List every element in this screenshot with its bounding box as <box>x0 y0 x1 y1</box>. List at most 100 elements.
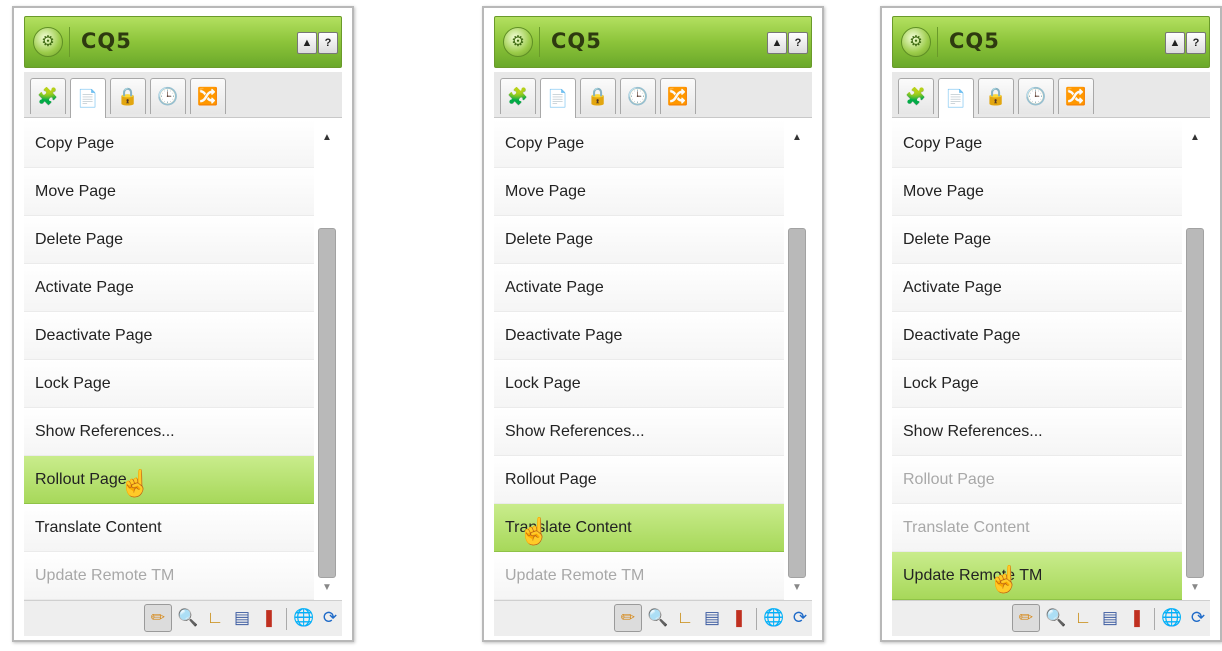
menu-item[interactable]: Deactivate Page <box>494 312 784 360</box>
scrollbar-thumb[interactable] <box>788 228 806 578</box>
scroll-down-arrow-icon[interactable]: ▼ <box>322 582 332 593</box>
tab-clock-icon[interactable]: 🕒 <box>620 78 656 114</box>
menu-item[interactable]: Activate Page <box>494 264 784 312</box>
document-icon[interactable]: ▤ <box>228 604 256 632</box>
scrollbar-thumb[interactable] <box>318 228 336 578</box>
cq-logo-icon: ⚙ <box>901 27 931 57</box>
sidekick-panel: ⚙ CQ5 ▲? 🧩 📄 🔒 🕒 🔀 Copy Page Move Page Delete Page… <box>880 6 1222 642</box>
ruler-icon[interactable]: ∟ <box>201 604 229 632</box>
menu-item[interactable]: Show References... <box>24 408 314 456</box>
help-button[interactable]: ? <box>318 32 338 54</box>
edit-pencil-icon[interactable]: ✏ <box>614 604 642 632</box>
menu-item[interactable]: Delete Page <box>24 216 314 264</box>
menu-item[interactable]: Lock Page <box>494 360 784 408</box>
sidekick-title: CQ5 <box>81 29 132 53</box>
refresh-icon[interactable]: ⟳ <box>786 604 814 632</box>
scrollbar-thumb[interactable] <box>1186 228 1204 578</box>
tab-lock-icon[interactable]: 🔒 <box>110 78 146 114</box>
debug-icon[interactable]: ❚ <box>1123 604 1151 632</box>
sidekick-titlebar[interactable]: ⚙ CQ5 ▲? <box>892 16 1210 68</box>
tab-components-icon[interactable]: 🧩 <box>898 78 934 114</box>
tab-lock-icon[interactable]: 🔒 <box>580 78 616 114</box>
help-button[interactable]: ? <box>1186 32 1206 54</box>
page-actions-list: Copy Page Move Page Delete Page Activate Pa… <box>494 120 812 600</box>
refresh-icon[interactable]: ⟳ <box>1184 604 1212 632</box>
tab-page-icon[interactable]: 📄 <box>540 78 576 118</box>
edit-pencil-icon[interactable]: ✏ <box>1012 604 1040 632</box>
search-icon[interactable]: 🔍 <box>1042 604 1070 632</box>
ruler-icon[interactable]: ∟ <box>1069 604 1097 632</box>
menu-item[interactable]: Update Remote TM <box>892 552 1182 600</box>
menu-item[interactable]: Lock Page <box>892 360 1182 408</box>
hand-cursor-icon: ☝ <box>518 516 551 546</box>
tab-workflow-icon[interactable]: 🔀 <box>190 78 226 114</box>
refresh-icon[interactable]: ⟳ <box>316 604 344 632</box>
globe-icon[interactable]: 🌐 <box>760 604 788 632</box>
menu-item[interactable]: Activate Page <box>892 264 1182 312</box>
menu-item[interactable]: Activate Page <box>24 264 314 312</box>
scroll-down-arrow-icon[interactable]: ▼ <box>1190 582 1200 593</box>
tab-clock-icon[interactable]: 🕒 <box>150 78 186 114</box>
menu-item[interactable]: Rollout Page <box>494 456 784 504</box>
globe-icon[interactable]: 🌐 <box>290 604 318 632</box>
menu-item[interactable]: Translate Content <box>24 504 314 552</box>
tab-workflow-icon[interactable]: 🔀 <box>1058 78 1094 114</box>
page-actions-list: Copy Page Move Page Delete Page Activate Pa… <box>24 120 342 600</box>
sidekick-titlebar[interactable]: ⚙ CQ5 ▲? <box>494 16 812 68</box>
debug-icon[interactable]: ❚ <box>255 604 283 632</box>
tab-components-icon[interactable]: 🧩 <box>500 78 536 114</box>
hand-cursor-icon: ☝ <box>119 468 152 498</box>
sidekick-titlebar[interactable]: ⚙ CQ5 ▲? <box>24 16 342 68</box>
search-icon[interactable]: 🔍 <box>174 604 202 632</box>
tab-page-icon[interactable]: 📄 <box>938 78 974 118</box>
menu-item[interactable]: Rollout Page <box>24 456 314 504</box>
collapse-button[interactable]: ▲ <box>297 32 317 54</box>
collapse-button[interactable]: ▲ <box>767 32 787 54</box>
collapse-button[interactable]: ▲ <box>1165 32 1185 54</box>
tab-clock-icon[interactable]: 🕒 <box>1018 78 1054 114</box>
menu-item[interactable]: Show References... <box>494 408 784 456</box>
menu-item[interactable]: Deactivate Page <box>892 312 1182 360</box>
toolbar-separator <box>1154 608 1155 630</box>
scroll-up-arrow-icon[interactable]: ▲ <box>1190 132 1200 143</box>
search-icon[interactable]: 🔍 <box>644 604 672 632</box>
menu-item[interactable]: Move Page <box>494 168 784 216</box>
document-icon[interactable]: ▤ <box>698 604 726 632</box>
debug-icon[interactable]: ❚ <box>725 604 753 632</box>
sidekick-panel: ⚙ CQ5 ▲? 🧩 📄 🔒 🕒 🔀 Copy Page Move Page Delete Page… <box>12 6 354 642</box>
menu-item[interactable]: Move Page <box>892 168 1182 216</box>
tab-lock-icon[interactable]: 🔒 <box>978 78 1014 114</box>
menu-item: Rollout Page <box>892 456 1182 504</box>
edit-pencil-icon[interactable]: ✏ <box>144 604 172 632</box>
menu-item[interactable]: Lock Page <box>24 360 314 408</box>
toolbar-separator <box>756 608 757 630</box>
sidekick-tabbar: 🧩 📄 🔒 🕒 🔀 <box>24 72 342 118</box>
document-icon[interactable]: ▤ <box>1096 604 1124 632</box>
title-separator <box>937 27 938 57</box>
tab-page-icon[interactable]: 📄 <box>70 78 106 118</box>
tab-workflow-icon[interactable]: 🔀 <box>660 78 696 114</box>
toolbar-separator <box>286 608 287 630</box>
sidekick-panel: ⚙ CQ5 ▲? 🧩 📄 🔒 🕒 🔀 Copy Page Move Page Delete Page… <box>482 6 824 642</box>
menu-item[interactable]: Copy Page <box>892 120 1182 168</box>
scroll-down-arrow-icon[interactable]: ▼ <box>792 582 802 593</box>
help-button[interactable]: ? <box>788 32 808 54</box>
title-separator <box>69 27 70 57</box>
sidekick-toolbar: ✏ 🔍 ∟ ▤ ❚ 🌐 ⟳ <box>494 600 812 636</box>
hand-cursor-icon: ☝ <box>988 564 1021 594</box>
menu-item[interactable]: Delete Page <box>494 216 784 264</box>
scroll-up-arrow-icon[interactable]: ▲ <box>322 132 332 143</box>
title-separator <box>539 27 540 57</box>
menu-item[interactable]: Copy Page <box>494 120 784 168</box>
menu-item[interactable]: Deactivate Page <box>24 312 314 360</box>
menu-item[interactable]: Show References... <box>892 408 1182 456</box>
sidekick-toolbar: ✏ 🔍 ∟ ▤ ❚ 🌐 ⟳ <box>24 600 342 636</box>
tab-components-icon[interactable]: 🧩 <box>30 78 66 114</box>
menu-item[interactable]: Delete Page <box>892 216 1182 264</box>
scroll-up-arrow-icon[interactable]: ▲ <box>792 132 802 143</box>
menu-item: Update Remote TM <box>24 552 314 600</box>
menu-item[interactable]: Copy Page <box>24 120 314 168</box>
globe-icon[interactable]: 🌐 <box>1158 604 1186 632</box>
ruler-icon[interactable]: ∟ <box>671 604 699 632</box>
menu-item[interactable]: Move Page <box>24 168 314 216</box>
